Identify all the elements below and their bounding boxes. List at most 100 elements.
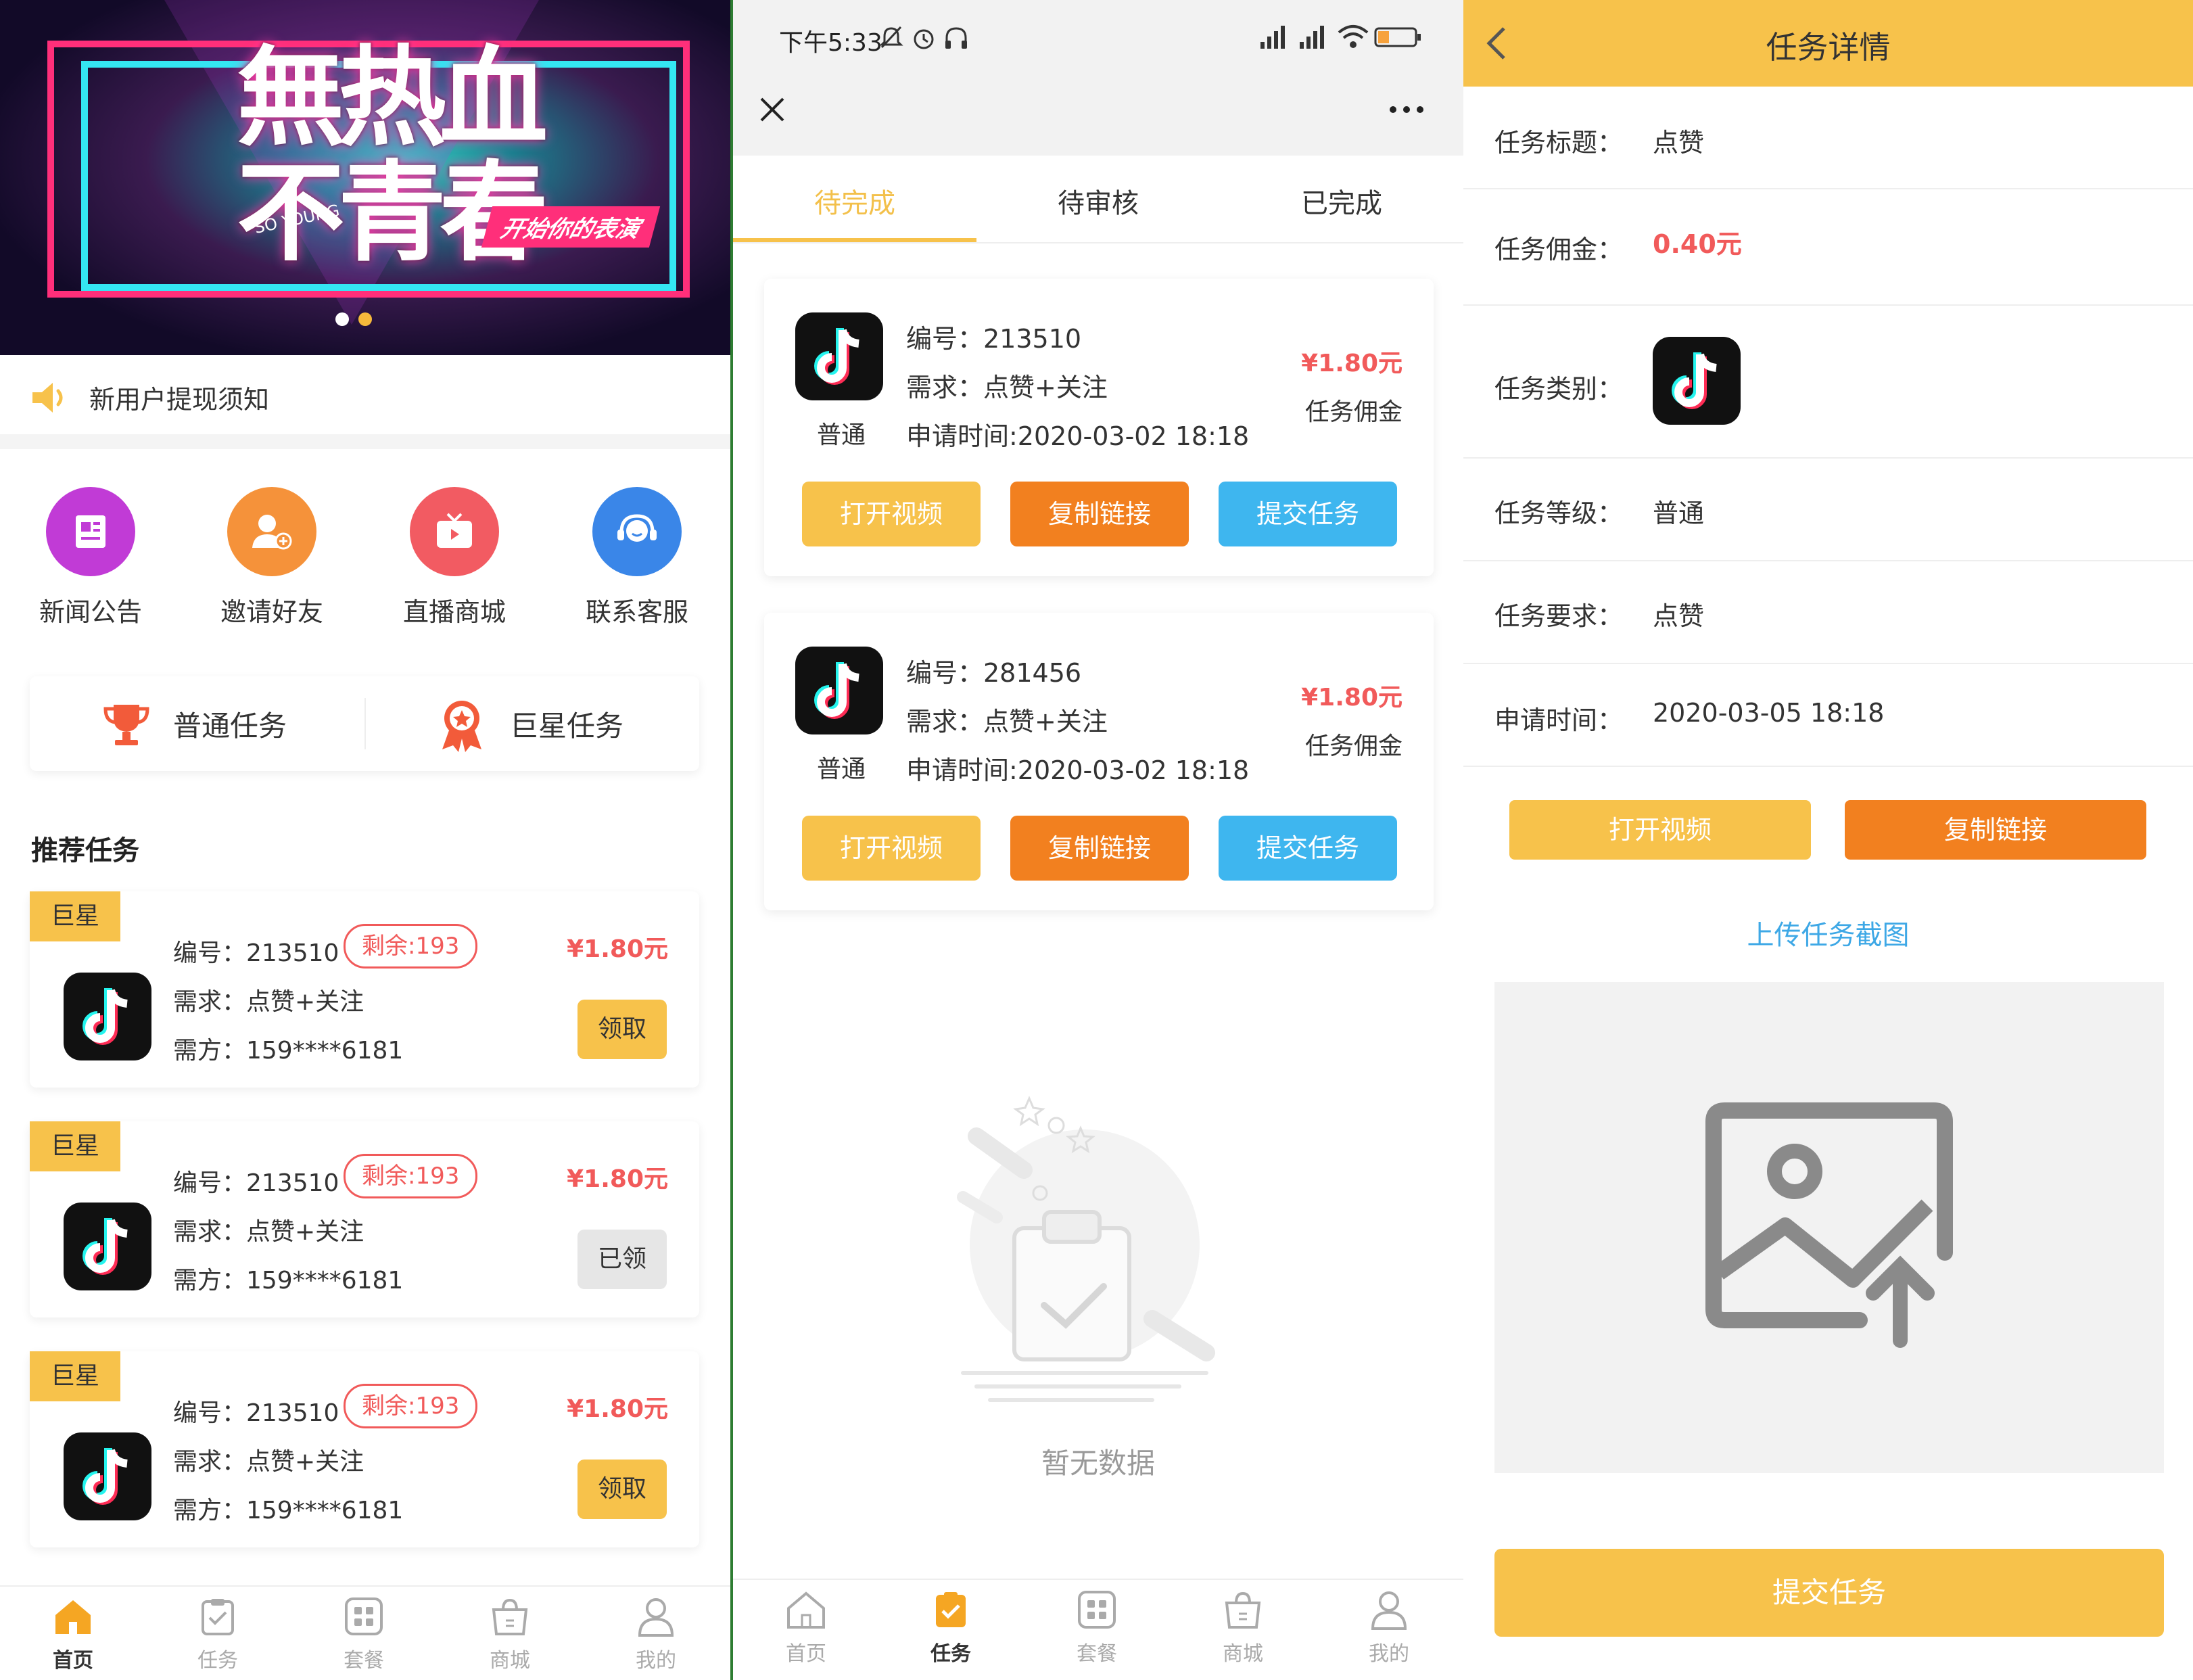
- open-video-button[interactable]: 打开视频: [802, 482, 981, 546]
- claim-button[interactable]: 领取: [577, 1460, 667, 1519]
- claimed-button[interactable]: 已领: [577, 1230, 667, 1289]
- entry-label: 联系客服: [585, 597, 688, 627]
- star-task-tab[interactable]: 巨星任务: [510, 703, 623, 745]
- row-key: 申请时间：: [1494, 705, 1624, 735]
- copy-link-button[interactable]: 复制链接: [1010, 482, 1189, 546]
- trophy-icon: [103, 705, 149, 745]
- status-bar: 下午5:33: [733, 0, 1463, 74]
- entry-label: 邀请好友: [220, 597, 323, 627]
- tab-label: 首页: [53, 1649, 93, 1673]
- entry-invite[interactable]: 邀请好友: [204, 487, 339, 628]
- task-price: ¥1.80元: [1301, 684, 1402, 711]
- task-owner: 需方：159****6181: [173, 1267, 404, 1294]
- entry-label: 新闻公告: [39, 597, 142, 627]
- recommend-card[interactable]: 巨星 编号：213510 剩余:193 需求：点赞+关注 需方：159****6…: [30, 891, 699, 1088]
- submit-task-button[interactable]: 提交任务: [1219, 816, 1397, 881]
- tab-home[interactable]: 首页: [765, 1589, 847, 1666]
- pending-task-card[interactable]: 普通 编号：281456 需求：点赞+关注 申请时间:2020-03-02 18…: [764, 613, 1434, 910]
- copy-link-button[interactable]: 复制链接: [1845, 800, 2146, 860]
- banner-dot-active[interactable]: [358, 312, 372, 326]
- task-price: ¥1.80元: [567, 1395, 668, 1423]
- signal-icon: [1260, 26, 1285, 49]
- tab-label: 我的: [636, 1649, 676, 1673]
- task-price: ¥1.80元: [567, 1165, 668, 1193]
- submit-task-button[interactable]: 提交任务: [1219, 482, 1397, 546]
- task-status-tabs: 待完成 待审核 已完成: [733, 157, 1463, 243]
- open-video-button[interactable]: 打开视频: [1509, 800, 1811, 860]
- pending-task-card[interactable]: 普通 编号：213510 需求：点赞+关注 申请时间:2020-03-02 18…: [764, 279, 1434, 576]
- tab-home[interactable]: 首页: [32, 1596, 114, 1673]
- tab-label: 任务: [930, 1642, 971, 1666]
- detail-header: 任务详情: [1463, 0, 2193, 87]
- notice-bar[interactable]: 新用户提现须知: [0, 358, 730, 433]
- tab-shop[interactable]: 商城: [1202, 1589, 1283, 1666]
- upload-area[interactable]: [1494, 982, 2164, 1473]
- tab-label: 商城: [1223, 1642, 1263, 1666]
- tiktok-icon: [64, 1432, 151, 1523]
- copy-link-button[interactable]: 复制链接: [1010, 816, 1189, 881]
- tab-package[interactable]: 套餐: [1056, 1589, 1137, 1666]
- tab-label: 我的: [1369, 1642, 1409, 1666]
- tab-reviewing[interactable]: 待审核: [976, 181, 1220, 220]
- task-detail-screen: 任务详情 任务标题： 点赞 任务佣金： 0.40元 任务类别： 任务等级： 普通…: [1463, 0, 2193, 1680]
- detail-row-title: 任务标题： 点赞: [1463, 87, 2193, 189]
- task-level: 普通: [817, 755, 866, 783]
- tab-mine[interactable]: 我的: [615, 1596, 697, 1673]
- entry-news[interactable]: 新闻公告: [23, 487, 158, 628]
- recommend-card[interactable]: 巨星 编号：213510 剩余:193 需求：点赞+关注 需方：159****6…: [30, 1351, 699, 1547]
- task-type-switch: 普通任务 巨星任务: [30, 676, 699, 771]
- task-id: 编号：213510: [906, 324, 1082, 354]
- commission-value: 0.40元: [1653, 229, 1742, 259]
- headphone-icon: [945, 27, 967, 49]
- apply-time: 申请时间:2020-03-02 18:18: [906, 755, 1250, 785]
- upload-screenshot-link[interactable]: 上传任务截图: [1463, 913, 2193, 952]
- package-icon: [1078, 1591, 1116, 1629]
- row-key: 任务类别：: [1494, 374, 1624, 404]
- banner-slogan: 开始你的表演: [481, 206, 661, 248]
- recommend-card[interactable]: 巨星 编号：213510 剩余:193 需求：点赞+关注 需方：159****6…: [30, 1121, 699, 1317]
- more-icon[interactable]: [1386, 103, 1427, 116]
- task-owner: 需方：159****6181: [173, 1037, 404, 1065]
- tiktok-icon: [64, 1203, 151, 1293]
- entry-label: 直播商城: [402, 597, 506, 627]
- tab-task[interactable]: 任务: [177, 1596, 258, 1673]
- news-icon: [46, 487, 135, 576]
- wifi-icon: [1338, 25, 1369, 48]
- entry-live-shop[interactable]: 直播商城: [387, 487, 522, 628]
- claim-button[interactable]: 领取: [577, 1000, 667, 1059]
- row-value: 2020-03-05 18:18: [1653, 698, 1885, 728]
- tv-icon: [410, 487, 499, 576]
- tab-shop[interactable]: 商城: [469, 1596, 550, 1673]
- tab-mine[interactable]: 我的: [1348, 1589, 1430, 1666]
- package-icon: [345, 1597, 383, 1635]
- task-level: 普通: [817, 421, 866, 449]
- close-icon[interactable]: [756, 93, 788, 126]
- tab-package[interactable]: 套餐: [323, 1596, 404, 1673]
- row-key: 任务等级：: [1494, 498, 1624, 528]
- entry-support[interactable]: 联系客服: [569, 487, 705, 628]
- open-video-button[interactable]: 打开视频: [802, 816, 981, 881]
- task-need: 需求：点赞+关注: [906, 707, 1108, 737]
- tab-completed[interactable]: 已完成: [1220, 181, 1463, 220]
- home-banner[interactable]: 無热血 不青春 SO YOUNG 开始你的表演: [0, 0, 730, 355]
- empty-clipboard-icon: [957, 1096, 1215, 1402]
- banner-dot[interactable]: [335, 312, 349, 326]
- page-title: 任务详情: [1766, 29, 1891, 66]
- tab-task[interactable]: 任务: [910, 1589, 991, 1666]
- bottom-tabbar: 首页 任务 套餐 商城 我的: [0, 1585, 730, 1680]
- notice-text: 新用户提现须知: [89, 385, 270, 415]
- price-label: 任务佣金: [1304, 398, 1402, 426]
- shop-icon: [1225, 1591, 1261, 1629]
- task-need: 需求：点赞+关注: [173, 1448, 364, 1476]
- tab-pending[interactable]: 待完成: [733, 181, 976, 220]
- tab-label: 首页: [786, 1642, 826, 1666]
- task-id: 编号：213510: [173, 1169, 339, 1197]
- task-tag: 巨星: [30, 1351, 120, 1401]
- tab-label: 任务: [197, 1649, 238, 1673]
- task-icon: [936, 1592, 966, 1627]
- submit-task-button[interactable]: 提交任务: [1494, 1549, 2164, 1637]
- shop-icon: [492, 1598, 528, 1635]
- medal-icon: [442, 701, 481, 752]
- task-need: 需求：点赞+关注: [173, 1218, 364, 1246]
- normal-task-tab[interactable]: 普通任务: [173, 703, 287, 745]
